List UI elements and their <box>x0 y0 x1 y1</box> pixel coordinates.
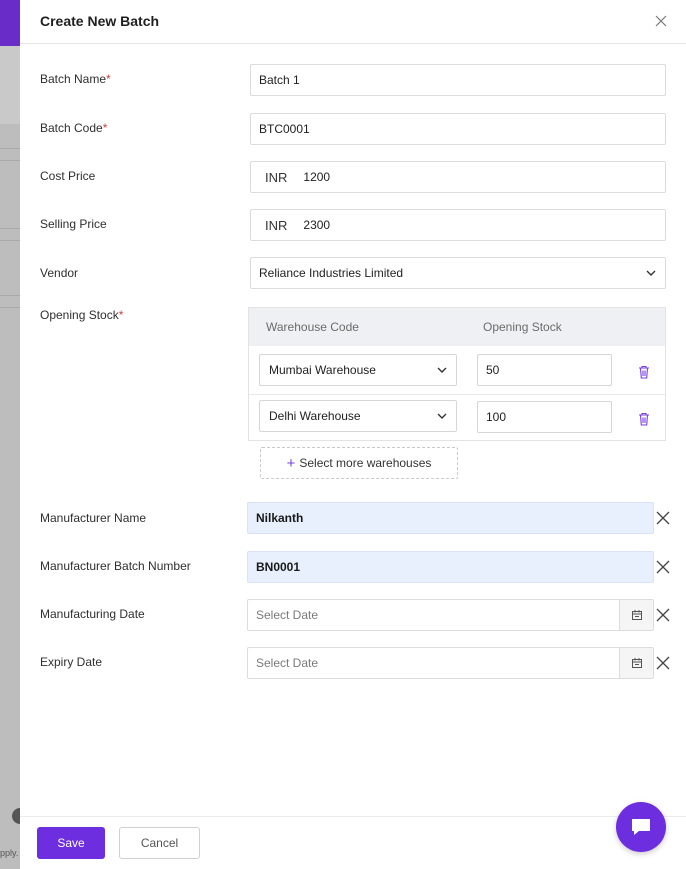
row-divider <box>249 394 665 395</box>
selling-price-input[interactable]: INR 2300 <box>250 209 666 241</box>
batch-name-label: Batch Name* <box>40 72 111 86</box>
vendor-value: Reliance Industries Limited <box>259 266 404 280</box>
batch-code-value[interactable] <box>259 122 665 136</box>
opening-stock-value: 50 <box>486 363 500 377</box>
batch-code-input[interactable] <box>250 113 666 145</box>
vendor-label: Vendor <box>40 266 79 280</box>
warehouse-table-header: Warehouse Code Opening Stock <box>249 308 665 346</box>
calendar-button[interactable] <box>619 648 653 678</box>
clear-icon[interactable] <box>656 656 670 670</box>
manufacturer-batch-number-label: Manufacturer Batch Number <box>40 559 191 573</box>
background-divider <box>0 295 20 296</box>
selling-price-value: 2300 <box>303 218 331 232</box>
manufacturer-name-label: Manufacturer Name <box>40 511 147 525</box>
manufacturer-name-input[interactable]: Nilkanth <box>247 502 654 534</box>
background-divider <box>0 228 20 229</box>
manufacturer-batch-number-value: BN0001 <box>256 560 301 574</box>
clear-icon[interactable] <box>656 560 670 574</box>
calendar-icon <box>631 658 642 668</box>
close-icon[interactable] <box>654 14 668 28</box>
background-divider <box>0 307 20 308</box>
warehouse-value: Mumbai Warehouse <box>269 363 376 377</box>
background-page: pply. <box>0 0 20 869</box>
manufacturer-batch-number-input[interactable]: BN0001 <box>247 551 654 583</box>
currency-label: INR <box>265 169 288 185</box>
clear-icon[interactable] <box>656 608 670 622</box>
drawer-title: Create New Batch <box>40 13 160 29</box>
help-icon[interactable] <box>12 808 20 824</box>
warehouse-table: Warehouse Code Opening Stock Mumbai Ware… <box>248 307 666 441</box>
chat-button[interactable] <box>616 802 666 852</box>
opening-stock-input[interactable]: 50 <box>477 354 612 386</box>
warehouse-value: Delhi Warehouse <box>269 409 361 423</box>
cost-price-input[interactable]: INR 1200 <box>250 161 666 193</box>
warehouse-select[interactable]: Mumbai Warehouse <box>259 354 457 386</box>
expiry-date-input[interactable]: Select Date <box>247 647 654 679</box>
opening-stock-value: 100 <box>486 410 507 424</box>
batch-name-value[interactable] <box>259 73 665 87</box>
calendar-button[interactable] <box>619 600 653 630</box>
select-more-warehouses-button[interactable]: + Select more warehouses <box>260 447 458 479</box>
save-button[interactable]: Save <box>37 827 105 859</box>
opening-stock-input[interactable]: 100 <box>477 401 612 433</box>
chevron-down-icon <box>437 367 447 373</box>
expiry-date-placeholder: Select Date <box>256 656 319 670</box>
selling-price-label: Selling Price <box>40 217 107 231</box>
cancel-button[interactable]: Cancel <box>119 827 200 859</box>
warehouse-select[interactable]: Delhi Warehouse <box>259 400 457 432</box>
expiry-date-label: Expiry Date <box>40 655 103 669</box>
background-divider <box>0 160 20 161</box>
create-batch-drawer: Create New Batch Batch Name* Batch Code*… <box>20 0 686 869</box>
background-text: pply. <box>0 848 19 858</box>
column-header-warehouse-code: Warehouse Code <box>266 320 359 334</box>
chevron-down-icon <box>437 413 447 419</box>
chat-icon <box>632 819 650 835</box>
select-more-warehouses-label: Select more warehouses <box>299 456 432 470</box>
clear-icon[interactable] <box>656 511 670 525</box>
background-divider <box>0 148 20 149</box>
column-header-opening-stock: Opening Stock <box>483 320 562 334</box>
batch-code-label: Batch Code* <box>40 121 108 135</box>
manufacturing-date-input[interactable]: Select Date <box>247 599 654 631</box>
cost-price-label: Cost Price <box>40 169 96 183</box>
calendar-icon <box>631 610 642 620</box>
vendor-select[interactable]: Reliance Industries Limited <box>250 257 666 289</box>
manufacturing-date-placeholder: Select Date <box>256 608 319 622</box>
background-band <box>0 46 20 124</box>
manufacturer-name-value: Nilkanth <box>256 511 304 525</box>
drawer-footer: Save Cancel <box>20 816 686 869</box>
currency-label: INR <box>265 217 288 233</box>
trash-icon[interactable] <box>637 364 651 380</box>
manufacturing-date-label: Manufacturing Date <box>40 607 145 621</box>
background-header <box>0 0 20 46</box>
cost-price-value: 1200 <box>303 170 331 184</box>
opening-stock-label: Opening Stock* <box>40 308 124 322</box>
batch-name-input[interactable] <box>250 64 666 96</box>
trash-icon[interactable] <box>637 411 651 427</box>
plus-icon: + <box>286 454 296 472</box>
chevron-down-icon <box>646 270 656 276</box>
drawer-header: Create New Batch <box>20 0 686 44</box>
background-divider <box>0 240 20 241</box>
